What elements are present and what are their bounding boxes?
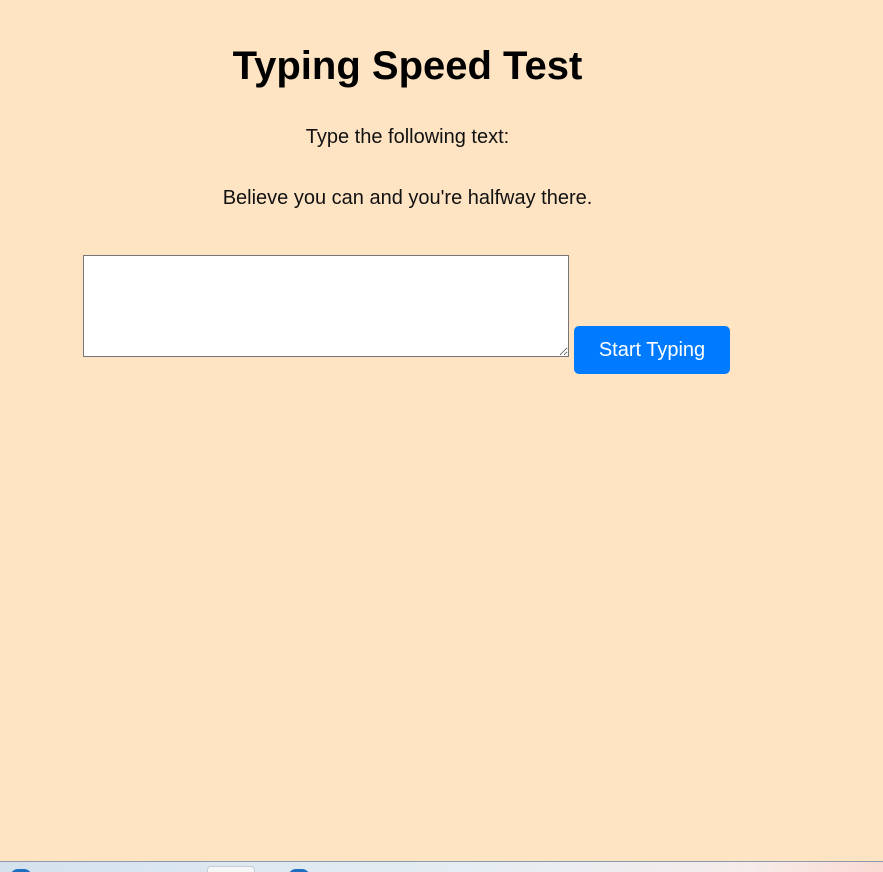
start-typing-button[interactable]: Start Typing [574,326,730,374]
instruction-text: Type the following text: [305,126,510,148]
typing-input[interactable] [83,255,569,357]
target-text: Believe you can and you're halfway there… [222,187,593,209]
taskbar-button[interactable] [207,866,255,872]
os-taskbar [0,861,883,872]
page-title: Typing Speed Test [232,44,583,88]
